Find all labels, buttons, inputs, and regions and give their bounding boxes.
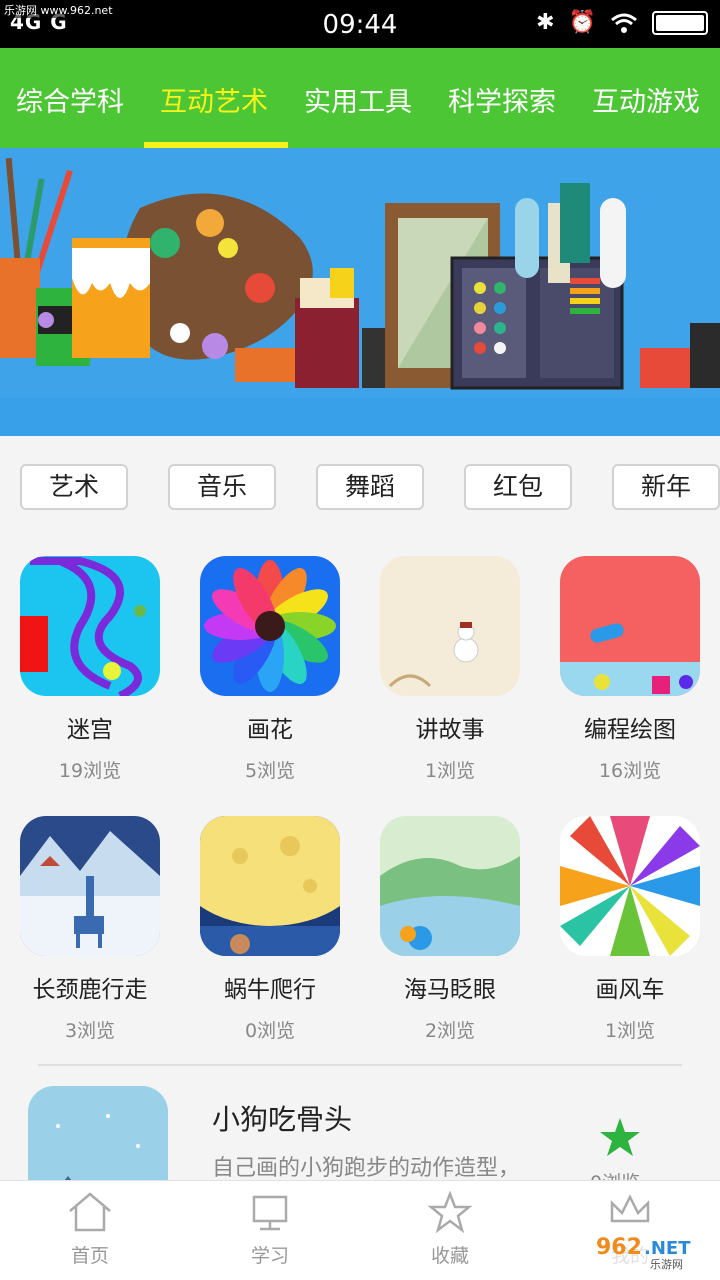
item-views: 2浏览 (424, 1020, 476, 1042)
snail-thumbnail (200, 816, 340, 956)
item-views: 1浏览 (604, 1020, 656, 1042)
item-views: 0浏览 (244, 1020, 296, 1042)
giraffe-thumbnail (20, 816, 160, 956)
divider (38, 1064, 682, 1066)
item-views: 5浏览 (244, 760, 296, 782)
item-maze[interactable]: 迷宫 19浏览 (0, 556, 180, 783)
item-seahorse-blink[interactable]: 海马眨眼 2浏览 (360, 816, 540, 1043)
item-name: 编程绘图 (584, 717, 676, 743)
tag-art[interactable]: 艺术 (20, 464, 128, 510)
category-tabs: 综合学科 互动艺术 实用工具 科学探索 互动游戏 (0, 48, 720, 148)
item-draw-flower[interactable]: 画花 5浏览 (180, 556, 360, 783)
nav-label: 学习 (250, 1245, 289, 1267)
item-storytelling[interactable]: 讲故事 1浏览 (360, 556, 540, 783)
svg-text:乐游网: 乐游网 (650, 1258, 683, 1271)
featured-description: 自己画的小狗跑步的动作造型， (212, 1156, 521, 1181)
tab-comprehensive[interactable]: 综合学科 (16, 80, 124, 119)
nav-favorites[interactable]: 收藏 (360, 1181, 540, 1280)
item-name: 蜗牛爬行 (224, 977, 316, 1003)
item-snail-crawl[interactable]: 蜗牛爬行 0浏览 (180, 816, 360, 1043)
svg-text:962: 962 (596, 1235, 642, 1260)
tab-tools[interactable]: 实用工具 (304, 80, 412, 119)
item-programming-drawing[interactable]: 编程绘图 16浏览 (540, 556, 720, 783)
item-giraffe-walk[interactable]: 长颈鹿行走 3浏览 (0, 816, 180, 1043)
item-views: 19浏览 (58, 760, 122, 782)
featured-title[interactable]: 小狗吃骨头 (212, 1098, 352, 1138)
battery-icon (652, 10, 708, 35)
tag-music[interactable]: 音乐 (168, 464, 276, 510)
item-pinwheel[interactable]: 画风车 1浏览 (540, 816, 720, 1043)
monitor-icon (252, 1195, 288, 1231)
item-views: 1浏览 (424, 760, 476, 782)
nav-home[interactable]: 首页 (0, 1181, 180, 1280)
svg-text:.NET: .NET (644, 1238, 691, 1259)
tab-games[interactable]: 互动游戏 (592, 80, 700, 119)
item-name: 海马眨眼 (404, 977, 496, 1003)
nav-study[interactable]: 学习 (180, 1181, 360, 1280)
tab-interactive-art[interactable]: 互动艺术 (160, 80, 268, 119)
star-outline-icon (427, 1190, 473, 1234)
maze-thumbnail (20, 556, 160, 696)
item-name: 画风车 (595, 977, 665, 1003)
programming-thumbnail (560, 556, 700, 696)
alarm-icon: ⏰ (568, 10, 596, 35)
flower-thumbnail (200, 556, 340, 696)
bluetooth-icon: ✱ (536, 10, 555, 35)
tag-red-packet[interactable]: 红包 (464, 464, 572, 510)
nav-label: 首页 (70, 1245, 109, 1267)
wifi-icon (611, 13, 637, 33)
seahorse-thumbnail (380, 816, 520, 956)
pinwheel-thumbnail (560, 816, 700, 956)
banner-image[interactable] (0, 148, 720, 436)
watermark-logo: 962 .NET 乐游网 (588, 1222, 712, 1274)
home-icon (69, 1192, 111, 1232)
item-name: 长颈鹿行走 (32, 977, 148, 1003)
item-views: 3浏览 (64, 1020, 116, 1042)
status-bar: 4G G 09:44 ✱ ⏰ 乐游网 www.962.net (0, 0, 720, 48)
item-name: 画花 (247, 717, 293, 743)
story-thumbnail (380, 556, 520, 696)
star-icon[interactable] (598, 1116, 642, 1162)
nav-label: 收藏 (430, 1245, 469, 1267)
tab-science[interactable]: 科学探索 (448, 80, 556, 119)
item-name: 讲故事 (415, 717, 485, 743)
item-name: 迷宫 (67, 717, 113, 743)
tag-new-year[interactable]: 新年 (612, 464, 720, 510)
watermark-text: 乐游网 www.962.net (2, 2, 115, 18)
item-views: 16浏览 (598, 760, 662, 782)
tag-dance[interactable]: 舞蹈 (316, 464, 424, 510)
